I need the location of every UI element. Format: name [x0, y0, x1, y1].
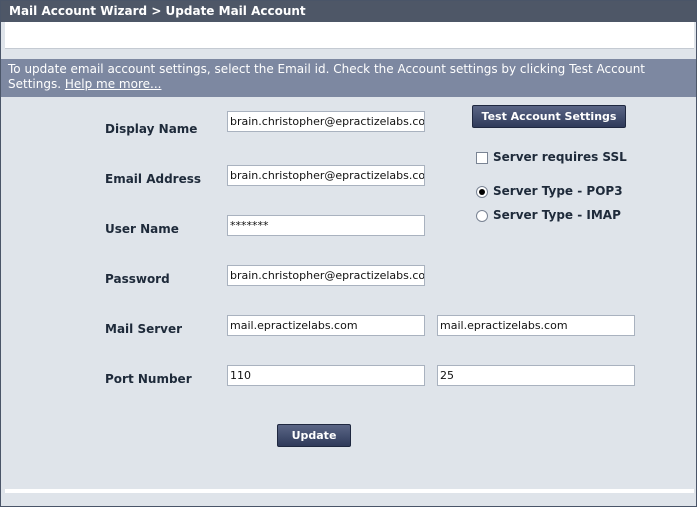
test-account-settings-button[interactable]: Test Account Settings: [472, 105, 626, 128]
display-name-field[interactable]: [227, 111, 425, 132]
imap-radio[interactable]: [476, 210, 488, 222]
mail-server-label: Mail Server: [105, 322, 183, 336]
info-panel: To update email account settings, select…: [1, 59, 696, 97]
email-address-label: Email Address: [105, 172, 202, 186]
outgoing-mail-server-field[interactable]: [437, 315, 635, 336]
pop3-radio[interactable]: [476, 186, 488, 198]
wizard-window: Mail Account Wizard > Update Mail Accoun…: [0, 0, 697, 507]
imap-label: Server Type - IMAP: [493, 208, 621, 222]
window-title: Mail Account Wizard > Update Mail Accoun…: [9, 4, 306, 18]
display-name-label: Display Name: [105, 122, 198, 136]
email-address-field[interactable]: [227, 165, 425, 186]
user-name-label: User Name: [105, 222, 179, 236]
incoming-port-field[interactable]: [227, 365, 425, 386]
update-button[interactable]: Update: [277, 424, 351, 447]
outgoing-port-field[interactable]: [437, 365, 635, 386]
bottom-strip: [1, 493, 696, 506]
ssl-checkbox[interactable]: [476, 152, 488, 164]
incoming-mail-server-field[interactable]: [227, 315, 425, 336]
ssl-label: Server requires SSL: [493, 150, 627, 164]
pop3-label: Server Type - POP3: [493, 184, 623, 198]
info-text: To update email account settings, select…: [8, 62, 688, 92]
toolbar-area: [5, 22, 694, 49]
password-field[interactable]: [227, 265, 425, 286]
title-bar: Mail Account Wizard > Update Mail Accoun…: [1, 1, 696, 22]
user-name-field[interactable]: [227, 215, 425, 236]
password-label: Password: [105, 272, 170, 286]
port-number-label: Port Number: [105, 372, 192, 386]
help-link[interactable]: Help me more...: [65, 77, 162, 91]
